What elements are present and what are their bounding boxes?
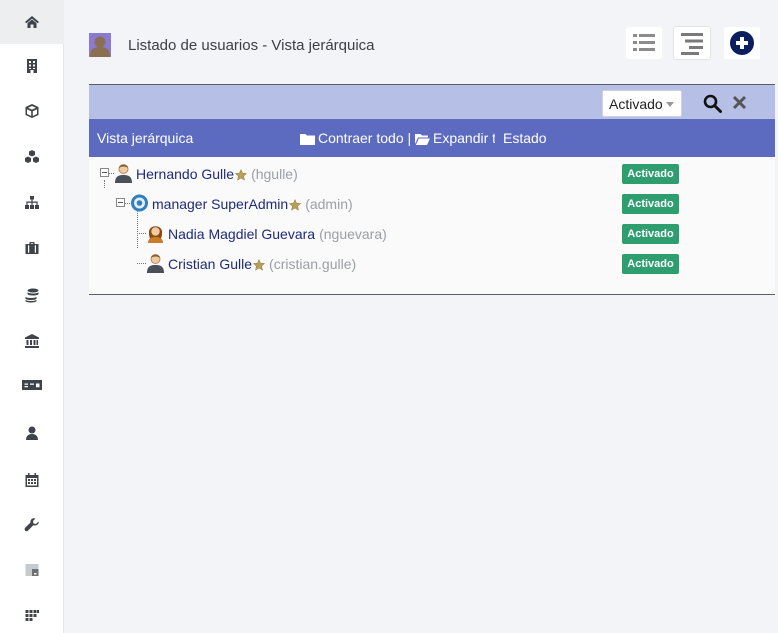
database-icon <box>25 288 39 303</box>
cubes-icon <box>25 150 39 163</box>
sidebar-item-calendar[interactable] <box>0 458 64 502</box>
female-user-icon <box>148 226 163 243</box>
folder-icon <box>300 134 315 145</box>
admin-gear-icon <box>131 194 148 212</box>
tree-row: Cristian Gulle (cristian.gulle) Activado <box>89 248 775 278</box>
money-bill-icon <box>22 380 42 390</box>
sidebar-item-users[interactable] <box>0 411 64 455</box>
star-icon <box>253 259 266 271</box>
home-icon <box>25 16 39 28</box>
star-icon <box>289 199 302 211</box>
cube-icon <box>25 104 39 118</box>
status-badge: Activado <box>622 254 679 274</box>
sidebar-item-home[interactable] <box>0 0 64 44</box>
page-title: Listado de usuarios - Vista jerárquica <box>128 37 375 54</box>
sidebar-item-reports[interactable] <box>0 548 64 592</box>
tree-row: manager SuperAdmin (admin) Activado <box>89 180 775 218</box>
sidebar-item-settings[interactable] <box>0 503 64 547</box>
building-icon <box>27 59 37 73</box>
sidebar-item-company[interactable] <box>0 44 64 88</box>
add-user-button[interactable] <box>723 26 761 60</box>
wrench-icon <box>24 518 39 532</box>
sitemap-icon <box>25 196 39 209</box>
column-header: Vista jerárquica Contraer todo | Expandi… <box>89 119 775 157</box>
chart-box-icon <box>25 564 39 576</box>
collapse-toggle[interactable] <box>100 168 109 177</box>
sidebar-item-modules[interactable] <box>0 594 64 633</box>
sidebar-item-structure[interactable] <box>0 181 64 225</box>
collapse-all-link[interactable]: Contraer todo | <box>300 130 411 146</box>
sidebar-item-finance[interactable] <box>0 273 64 317</box>
user-link[interactable]: Nadia Magdiel Guevara (nguevara) <box>168 226 387 242</box>
filter-bar: Activado <box>89 85 775 119</box>
search-icon[interactable] <box>703 94 722 113</box>
list-view-icon <box>633 34 655 51</box>
hierarchy-view-icon <box>681 33 703 55</box>
user-link[interactable]: Hernando Gulle (hgulle) <box>136 166 298 182</box>
page-user-icon <box>89 33 111 57</box>
sidebar-item-projects[interactable] <box>0 226 64 270</box>
users-tree-panel: Activado Vista jerárquica Contraer todo … <box>89 84 775 295</box>
folder-open-icon <box>415 134 430 145</box>
tree-row: Nadia Magdiel Guevara (nguevara) Activado <box>89 210 775 248</box>
tree-row: Hernando Gulle (hgulle) Activado <box>89 158 775 188</box>
add-circle-icon <box>730 31 754 55</box>
column-view-label: Vista jerárquica <box>97 130 194 146</box>
collapse-toggle[interactable] <box>116 198 125 207</box>
bank-icon <box>25 334 39 348</box>
male-user-icon <box>147 254 164 273</box>
sidebar-item-bank[interactable] <box>0 319 64 363</box>
sidebar-item-inventory[interactable] <box>0 135 64 179</box>
briefcase-icon <box>25 242 39 254</box>
male-user-icon <box>115 164 132 183</box>
chevron-down-icon <box>666 102 674 107</box>
user-tie-icon <box>26 426 38 440</box>
status-filter-select[interactable]: Activado <box>602 90 682 117</box>
expand-all-link[interactable]: Expandir todo <box>415 130 495 146</box>
hierarchy-view-button[interactable] <box>673 26 711 60</box>
column-status-label: Estado <box>503 130 547 146</box>
sidebar-item-payments[interactable] <box>0 363 64 407</box>
status-filter-value: Activado <box>609 96 663 112</box>
user-link[interactable]: manager SuperAdmin (admin) <box>152 196 353 212</box>
sidebar-item-products[interactable] <box>0 89 64 133</box>
grid-icon <box>25 610 39 621</box>
sidebar <box>0 0 64 633</box>
status-badge: Activado <box>622 164 679 184</box>
star-icon <box>235 169 248 181</box>
calendar-icon <box>25 473 39 487</box>
user-link[interactable]: Cristian Gulle (cristian.gulle) <box>168 256 356 272</box>
status-badge: Activado <box>622 224 679 244</box>
close-icon[interactable] <box>732 95 747 110</box>
list-view-button[interactable] <box>625 26 663 60</box>
status-badge: Activado <box>622 194 679 214</box>
